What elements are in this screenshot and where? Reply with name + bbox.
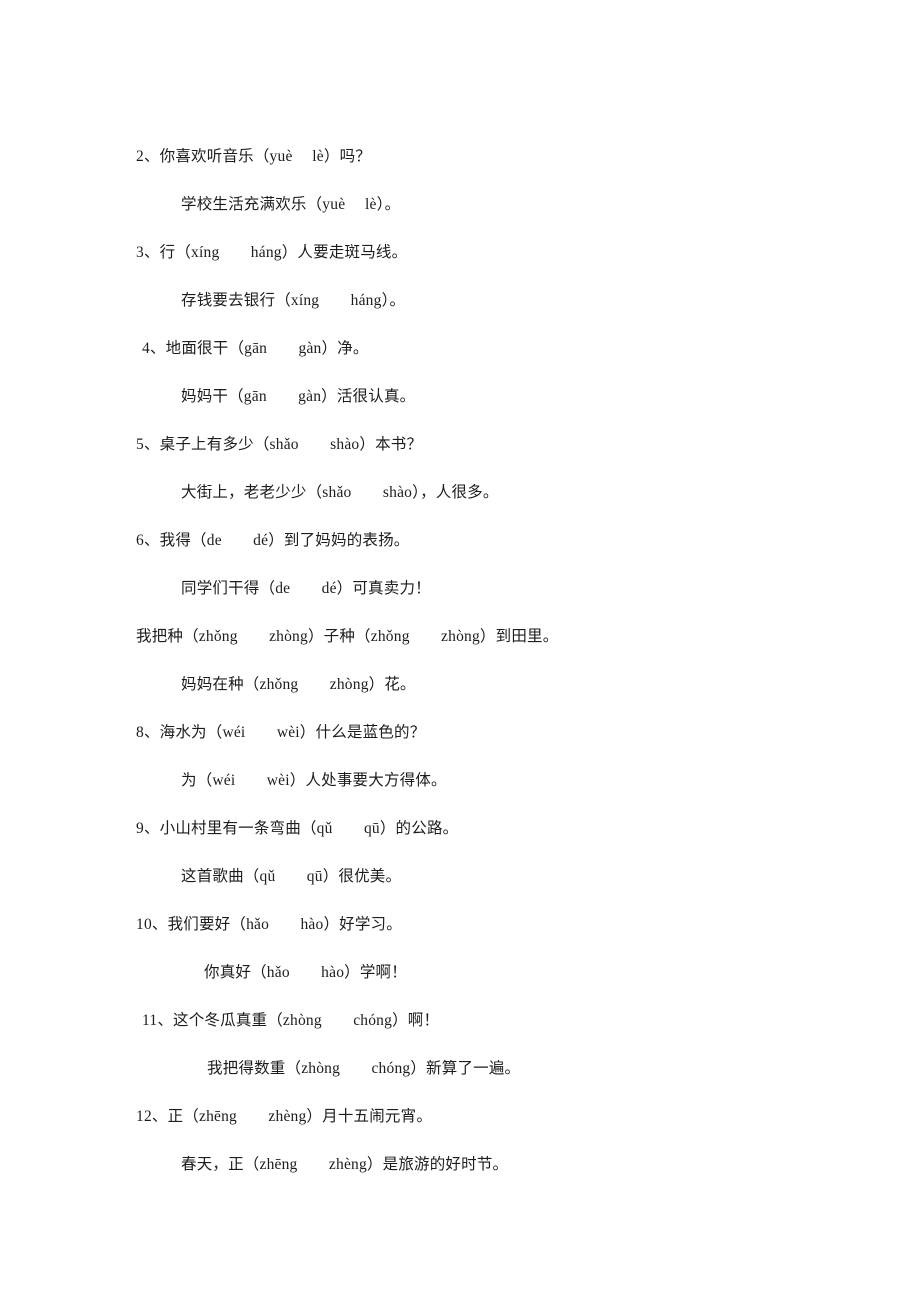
item-4-question: 4、地面很干（gān gàn）净。	[142, 340, 369, 357]
item-3-example: 存钱要去银行（xíng háng）。	[181, 292, 406, 309]
item-9-question: 9、小山村里有一条弯曲（qǔ qū）的公路。	[136, 820, 459, 837]
item-8-example: 为（wéi wèi）人处事要大方得体。	[181, 772, 447, 789]
item-12-question: 12、正（zhēng zhèng）月十五闹元宵。	[136, 1108, 433, 1125]
item-8-question: 8、海水为（wéi wèi）什么是蓝色的？	[136, 724, 426, 741]
item-2-question: 2、你喜欢听音乐（yuè lè）吗？	[136, 148, 371, 165]
item-6-example: 同学们干得（de dé）可真卖力！	[181, 580, 431, 597]
item-7-question: 我把种（zhǒng zhòng）子种（zhǒng zhòng）到田里。	[136, 628, 559, 645]
item-5-example: 大街上，老老少少（shǎo shào），人很多。	[181, 484, 499, 501]
item-6-question: 6、我得（de dé）到了妈妈的表扬。	[136, 532, 410, 549]
item-3-question: 3、行（xíng háng）人要走斑马线。	[136, 244, 408, 261]
item-12-example: 春天，正（zhēng zhèng）是旅游的好时节。	[181, 1156, 509, 1173]
item-2-example: 学校生活充满欢乐（yuè lè）。	[181, 196, 401, 213]
item-11-question: 11、这个冬瓜真重（zhòng chóng）啊！	[142, 1012, 440, 1029]
worksheet-body: 2、你喜欢听音乐（yuè lè）吗？ 学校生活充满欢乐（yuè lè）。 3、行（x…	[136, 133, 856, 1189]
item-4-example: 妈妈干（gān gàn）活很认真。	[181, 388, 416, 405]
item-10-example: 你真好（hǎo hào）学啊！	[204, 964, 407, 981]
item-9-example: 这首歌曲（qǔ qū）很优美。	[181, 868, 402, 885]
item-5-question: 5、桌子上有多少（shǎo shào）本书？	[136, 436, 423, 453]
item-10-question: 10、我们要好（hǎo hào）好学习。	[136, 916, 402, 933]
document-page: 2、你喜欢听音乐（yuè lè）吗？ 学校生活充满欢乐（yuè lè）。 3、行（x…	[0, 0, 920, 1302]
item-11-example: 我把得数重（zhòng chóng）新算了一遍。	[207, 1060, 521, 1077]
item-7-example: 妈妈在种（zhǒng zhòng）花。	[181, 676, 416, 693]
